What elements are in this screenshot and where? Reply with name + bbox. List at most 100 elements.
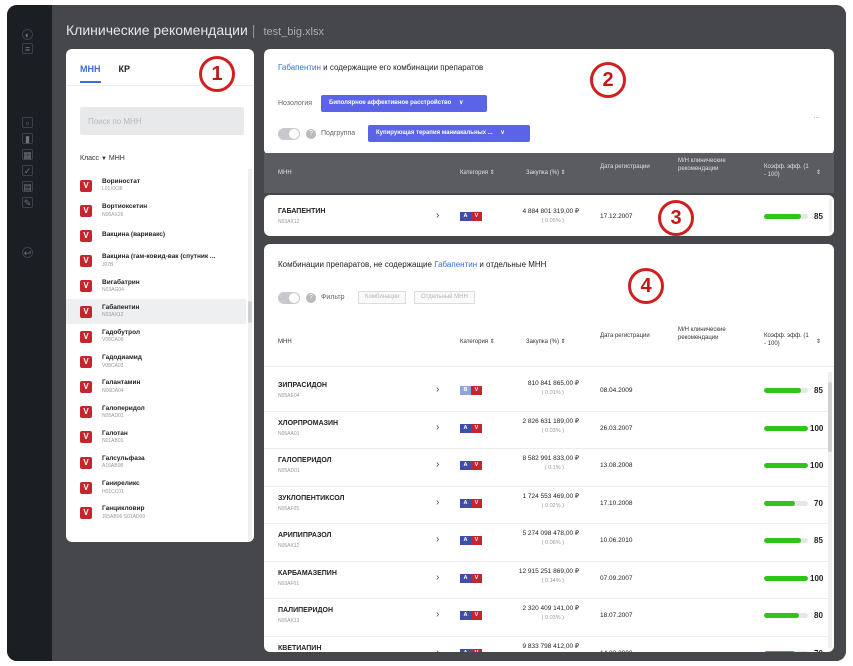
chevron-right-icon[interactable]: ›: [436, 572, 439, 583]
combinations-drug-link[interactable]: Габапентин: [434, 260, 477, 269]
chart-icon[interactable]: ▮: [22, 133, 33, 144]
list-item[interactable]: V Гадодиамид V08CA03: [66, 349, 246, 374]
category-badges: BV: [460, 386, 482, 395]
th2-mh[interactable]: М/Н клинические рекомендации: [678, 326, 738, 342]
row-purchase: 4 884 801 319,00 ₽: [522, 208, 579, 215]
chevron-right-icon[interactable]: ›: [436, 534, 439, 545]
category-v-badge: V: [80, 406, 92, 419]
nosology-dropdown[interactable]: Биполярное аффективное расстройство ∨: [321, 95, 487, 112]
collapse-icon[interactable]: ≡: [22, 43, 33, 54]
item-code: N06DA04: [102, 387, 124, 394]
help-icon[interactable]: ?: [306, 129, 316, 139]
th-date[interactable]: Дата регистрации: [600, 163, 650, 171]
row-date: 07.09.2007: [600, 574, 633, 582]
th2-purchase[interactable]: Закупка (%) ⇕: [526, 338, 566, 346]
subgroup-label: Подгруппа: [321, 130, 356, 137]
list-item[interactable]: V Галоперидол N05AD01: [66, 400, 246, 425]
list-item[interactable]: V Вориностат L01XX38: [66, 173, 246, 198]
table-row[interactable]: ЗИПРАСИДОН N05AE04 › B V 810 841 865,00 ₽ ( 0.…: [264, 374, 830, 412]
item-code: N03AX12: [102, 312, 124, 319]
th2-date[interactable]: Дата регистрации: [600, 332, 650, 340]
tab-kr[interactable]: КР: [119, 64, 131, 83]
main-drug-row[interactable]: ГАБАПЕНТИН N03AX12 › AV 4 884 801 319,00…: [264, 195, 834, 236]
logout-icon[interactable]: ↩: [22, 247, 33, 258]
tab-mnn[interactable]: МНН: [80, 64, 101, 83]
list-item[interactable]: V Вакцина (гам-ковид-вак (спутник ... J07B: [66, 249, 246, 274]
list-item[interactable]: V Вортиоксетин N06AX26: [66, 198, 246, 223]
list-item[interactable]: V Ганцикловир J05AB06 S01AD09: [66, 500, 246, 525]
th-mnn[interactable]: МНН: [278, 169, 292, 177]
help-icon[interactable]: ?: [306, 293, 316, 303]
scrollbar-thumb[interactable]: [248, 301, 252, 323]
filter-toggle[interactable]: [278, 292, 300, 304]
scrollbar-thumb[interactable]: [828, 382, 832, 452]
chevron-right-icon[interactable]: ›: [436, 647, 439, 653]
row-purchase: 1 724 553 469,00 ₽: [522, 492, 579, 500]
category-v: V: [471, 536, 482, 545]
more-icon[interactable]: ...: [813, 111, 820, 120]
th-purchase[interactable]: Закупка (%) ⇕: [526, 169, 566, 177]
filter-icon[interactable]: ▼: [101, 156, 107, 162]
th-mh[interactable]: М/Н клинические рекомендации: [678, 157, 738, 173]
table-row[interactable]: ПАЛИПЕРИДОН N05AX13 › A V 2 320 409 141,00 ₽ (…: [264, 599, 830, 637]
category-v-badge: V: [80, 481, 92, 494]
th2-category[interactable]: Категория ⇕: [460, 338, 495, 346]
segment-single-mnn[interactable]: Отдельный МНН: [414, 291, 475, 304]
list-item[interactable]: V Галотан N01AB01: [66, 425, 246, 450]
annotation-2: 2: [590, 62, 626, 98]
chevron-right-icon[interactable]: ›: [436, 609, 439, 620]
list-item[interactable]: V Гадобутрол V08CA09: [66, 324, 246, 349]
score-bar: [764, 613, 808, 618]
score-bar: [764, 650, 808, 652]
class-sort-row[interactable]: Класс ▼ МНН: [80, 155, 125, 162]
table-row[interactable]: АРИПИПРАЗОЛ N05AX12 › A V 5 274 098 478,00 ₽ (…: [264, 524, 830, 562]
drug-link[interactable]: Габапентин: [278, 63, 321, 72]
subgroup-dropdown[interactable]: Купирующая терапия маниакальных ... ∨: [368, 125, 530, 142]
th2-coef[interactable]: Коэфф. эфф. (1 - 100): [764, 332, 812, 348]
list-scrollbar[interactable]: [248, 169, 252, 541]
table-scrollbar[interactable]: [828, 372, 832, 648]
chevron-down-icon: ∨: [458, 100, 464, 106]
search-input[interactable]: Поиск по МНН: [80, 107, 244, 135]
chevron-right-icon[interactable]: ›: [436, 210, 439, 221]
table-row[interactable]: ЗУКЛОПЕНТИКСОЛ N05AF05 › A V 1 724 553 469,00…: [264, 487, 830, 525]
row-scrollbar[interactable]: [829, 199, 832, 232]
row-name: ПАЛИПЕРИДОН: [278, 607, 334, 614]
chevron-right-icon[interactable]: ›: [436, 384, 439, 395]
calendar-icon[interactable]: ▦: [22, 149, 33, 160]
sort-icon[interactable]: ⇕: [816, 338, 821, 346]
chevron-right-icon[interactable]: ›: [436, 497, 439, 508]
list-item[interactable]: V Ганиреликс H01CC01: [66, 475, 246, 500]
list-item[interactable]: V Галсульфаза A16AB08: [66, 450, 246, 475]
table-row[interactable]: ХЛОРПРОМАЗИН N05AA01 › A V 2 826 631 189,00 ₽…: [264, 412, 830, 450]
category-first: A: [460, 573, 471, 583]
table-row[interactable]: ГАЛОПЕРИДОЛ N05AD01 › A V 8 582 991 833,00 ₽ (…: [264, 449, 830, 487]
segment-combinations[interactable]: Комбинации: [358, 291, 407, 304]
file-check-icon[interactable]: ✓: [22, 165, 33, 176]
th2-mnn[interactable]: МНН: [278, 338, 292, 346]
panel-title-rest: и содержащие его комбинации препаратов: [320, 63, 484, 72]
th-coef[interactable]: Коэфф. эфф. (1 - 100): [764, 163, 812, 179]
table-row[interactable]: КАРБАМАЗЕПИН N03AF01 › A V 12 915 251 869,00 …: [264, 562, 830, 600]
row-date: 13.08.2008: [600, 462, 633, 469]
table-icon[interactable]: ▤: [22, 181, 33, 192]
category-v-badge: V: [80, 381, 92, 394]
chevron-right-icon[interactable]: ›: [436, 459, 439, 470]
category-badges: AV: [460, 536, 482, 545]
th-category[interactable]: Категория ⇕: [460, 169, 495, 177]
row-purchase: 9 833 798 412,00 ₽: [522, 642, 579, 650]
list-item[interactable]: V Вакцина (варивакс): [66, 223, 246, 248]
item-name: Вортиоксетин: [102, 203, 148, 211]
list-item[interactable]: V Вигабатрин N03AG04: [66, 274, 246, 299]
subgroup-toggle[interactable]: [278, 128, 300, 140]
table-row[interactable]: КВЕТИАПИН › AV 9 833 798 412,00 ₽ 14.03.2008…: [264, 637, 830, 653]
item-name: Галоперидол: [102, 404, 145, 412]
edit-icon[interactable]: ✎: [22, 197, 33, 208]
nosology-value: Биполярное аффективное расстройство: [329, 100, 452, 106]
chevron-right-icon[interactable]: ›: [436, 422, 439, 433]
list-item[interactable]: V Галантамин N06DA04: [66, 375, 246, 400]
document-icon[interactable]: ▫: [22, 117, 33, 128]
sort-icon[interactable]: ⇕: [816, 169, 821, 177]
logo-icon[interactable]: ◐: [22, 29, 33, 40]
list-item[interactable]: V Габапентин N03AX12: [66, 298, 246, 325]
